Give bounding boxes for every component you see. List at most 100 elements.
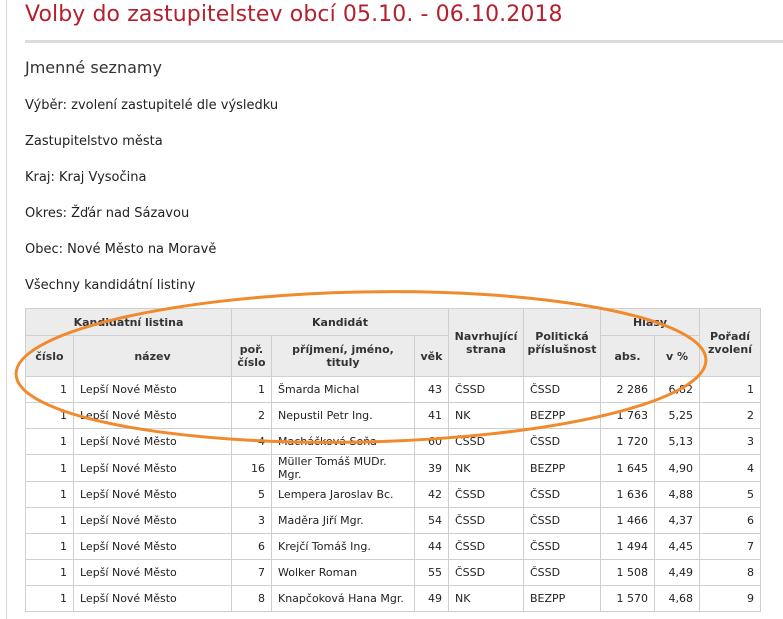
cell-list-number: 1 [25,376,74,403]
page-title: Volby do zastupitelstev obcí 05.10. - 06… [25,2,563,27]
cell-age: 54 [414,507,449,534]
cell-affiliation: BEZPP [523,402,601,429]
title-divider [25,40,783,43]
cell-list-number: 1 [25,507,74,534]
cell-list-name: Lepší Nové Město [73,533,232,560]
council-type: Zastupitelstvo města [25,134,163,149]
cell-votes-pct: 5,13 [654,428,700,455]
cell-votes-pct: 5,25 [654,402,700,429]
cell-votes-abs: 1 466 [600,507,655,534]
table-row: 1 Lepší Nové Město 3 Maděra Jiří Mgr. 54 ČSSD… [25,507,761,534]
cell-list-name: Lepší Nové Město [73,376,232,403]
cell-votes-pct: 4,37 [654,507,700,534]
cell-election-order: 2 [699,402,761,429]
cell-list-name: Lepší Nové Město [73,559,232,586]
section-title: Jmenné seznamy [25,58,162,77]
cell-seq-number: 3 [231,507,272,534]
cell-affiliation: ČSSD [523,507,601,534]
cell-votes-pct: 4,90 [654,454,700,482]
cell-seq-number: 16 [231,454,272,482]
table-row: 1 Lepší Nové Město 6 Krejčí Tomáš Ing. 44 ČSS… [25,533,761,560]
cell-age: 39 [414,454,449,482]
cell-election-order: 4 [699,454,761,482]
cell-age: 60 [414,428,449,455]
table-row: 1 Lepší Nové Město 1 Šmarda Michal 43 ČSSD ČSS… [25,376,761,403]
cell-votes-abs: 1 720 [600,428,655,455]
cell-proposing-party: ČSSD [448,481,524,508]
cell-affiliation: ČSSD [523,559,601,586]
cell-list-name: Lepší Nové Město [73,454,232,482]
cell-affiliation: BEZPP [523,585,601,612]
cell-age: 43 [414,376,449,403]
cell-votes-abs: 1 494 [600,533,655,560]
cell-age: 49 [414,585,449,612]
cell-age: 41 [414,402,449,429]
cell-votes-abs: 1 645 [600,454,655,482]
cell-age: 42 [414,481,449,508]
cell-candidate-name: Macháčková Soňa [271,428,415,455]
cell-list-name: Lepší Nové Město [73,428,232,455]
cell-proposing-party: ČSSD [448,376,524,403]
cell-election-order: 1 [699,376,761,403]
header-fullname: příjmení, jméno, tituly [271,335,415,377]
cell-votes-pct: 4,68 [654,585,700,612]
cell-candidate-name: Müller Tomáš MUDr. Mgr. [271,454,415,482]
table-row: 1 Lepší Nové Město 16 Müller Tomáš MUDr. Mg… [25,454,761,482]
header-list-number: číslo [25,335,74,377]
cell-votes-pct: 4,88 [654,481,700,508]
header-votes: Hlasy [600,308,700,336]
cell-candidate-name: Wolker Roman [271,559,415,586]
header-list: Kandidátní listina [25,308,232,336]
cell-candidate-name: Nepustil Petr Ing. [271,402,415,429]
header-votes-abs: abs. [600,335,655,377]
cell-election-order: 7 [699,533,761,560]
header-proposing-party: Navrhující strana [448,308,524,377]
cell-seq-number: 4 [231,428,272,455]
cell-affiliation: ČSSD [523,533,601,560]
cell-candidate-name: Maděra Jiří Mgr. [271,507,415,534]
lists-info: Všechny kandidátní listiny [25,278,196,293]
table-row: 1 Lepší Nové Město 5 Lempera Jaroslav Bc. 42… [25,481,761,508]
cell-election-order: 3 [699,428,761,455]
cell-affiliation: ČSSD [523,376,601,403]
cell-age: 55 [414,559,449,586]
cell-proposing-party: ČSSD [448,533,524,560]
cell-list-number: 1 [25,585,74,612]
cell-votes-abs: 2 286 [600,376,655,403]
municipality-info: Obec: Nové Město na Moravě [25,242,217,257]
district-info: Okres: Žďár nad Sázavou [25,206,190,221]
cell-affiliation: ČSSD [523,428,601,455]
table-row: 1 Lepší Nové Město 7 Wolker Roman 55 ČSSD ČSSD… [25,559,761,586]
cell-election-order: 8 [699,559,761,586]
cell-affiliation: BEZPP [523,454,601,482]
header-political-affiliation: Politická příslušnost [523,308,601,377]
cell-votes-pct: 4,49 [654,559,700,586]
header-election-order: Pořadí zvolení [699,308,761,377]
cell-candidate-name: Šmarda Michal [271,376,415,403]
cell-votes-abs: 1 508 [600,559,655,586]
cell-list-number: 1 [25,428,74,455]
cell-seq-number: 7 [231,559,272,586]
cell-list-number: 1 [25,481,74,508]
cell-proposing-party: NK [448,454,524,482]
cell-age: 44 [414,533,449,560]
cell-list-name: Lepší Nové Město [73,585,232,612]
cell-votes-abs: 1 636 [600,481,655,508]
cell-seq-number: 8 [231,585,272,612]
cell-proposing-party: ČSSD [448,507,524,534]
table-row: 1 Lepší Nové Město 2 Nepustil Petr Ing. 41 NK… [25,402,761,429]
cell-seq-number: 2 [231,402,272,429]
cell-candidate-name: Lempera Jaroslav Bc. [271,481,415,508]
cell-candidate-name: Knapčoková Hana Mgr. [271,585,415,612]
cell-list-name: Lepší Nové Město [73,507,232,534]
selection-info: Výběr: zvolení zastupitelé dle výsledku [25,98,279,113]
cell-seq-number: 6 [231,533,272,560]
cell-proposing-party: ČSSD [448,559,524,586]
cell-election-order: 9 [699,585,761,612]
cell-list-name: Lepší Nové Město [73,481,232,508]
header-row-sub: číslo název poř. číslo příjmení, jméno, … [25,335,761,377]
cell-election-order: 5 [699,481,761,508]
cell-list-number: 1 [25,559,74,586]
cell-proposing-party: NK [448,585,524,612]
cell-list-name: Lepší Nové Město [73,402,232,429]
